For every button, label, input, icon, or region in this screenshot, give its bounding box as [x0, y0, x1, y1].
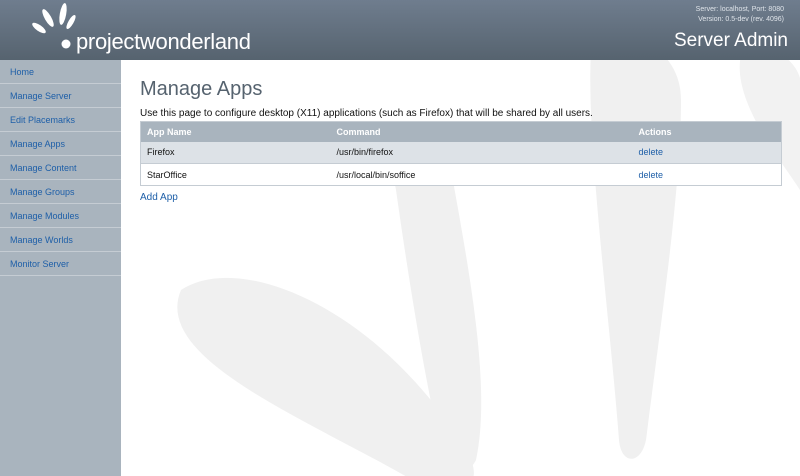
- actions-cell: delete: [632, 141, 782, 164]
- sidebar-item-manage-groups[interactable]: Manage Groups: [0, 180, 121, 204]
- header-title: Server Admin: [673, 30, 788, 51]
- server-info-line: Server: localhost, Port: 8080: [695, 6, 784, 13]
- sidebar-item-manage-worlds[interactable]: Manage Worlds: [0, 228, 121, 252]
- wonderland-logo-icon: [32, 3, 76, 49]
- column-header-app-name: App Name: [140, 121, 331, 142]
- table-header-row: App Name Command Actions: [140, 121, 782, 142]
- sidebar-item-manage-modules[interactable]: Manage Modules: [0, 204, 121, 228]
- sidebar-item-manage-content[interactable]: Manage Content: [0, 156, 121, 180]
- sidebar-item-monitor-server[interactable]: Monitor Server: [0, 252, 121, 276]
- add-app-link[interactable]: Add App: [140, 192, 178, 203]
- page-description: Use this page to configure desktop (X11)…: [140, 108, 593, 119]
- command-cell: /usr/local/bin/soffice: [330, 163, 633, 186]
- column-header-command: Command: [330, 121, 633, 142]
- column-header-actions: Actions: [632, 121, 782, 142]
- page-title: Manage Apps: [140, 78, 263, 100]
- server-info: Server: localhost, Port: 8080 Version: 0…: [696, 5, 784, 25]
- header-bar: projectwonderland Server: localhost, Por…: [0, 0, 800, 60]
- actions-cell: delete: [632, 163, 782, 186]
- sidebar-item-manage-apps[interactable]: Manage Apps: [0, 132, 121, 156]
- main-content: Manage Apps Use this page to configure d…: [121, 60, 800, 476]
- table-row: StarOffice /usr/local/bin/soffice delete: [140, 163, 782, 186]
- sidebar-item-edit-placemarks[interactable]: Edit Placemarks: [0, 108, 121, 132]
- sidebar-item-manage-server[interactable]: Manage Server: [0, 84, 121, 108]
- version-info-line: Version: 0.5-dev (rev. 4096): [698, 16, 784, 23]
- delete-link[interactable]: delete: [639, 147, 664, 157]
- content-area: Manage Apps Use this page to configure d…: [140, 78, 782, 205]
- app-name-cell: StarOffice: [140, 163, 331, 186]
- sidebar-item-home[interactable]: Home: [0, 60, 121, 84]
- command-cell: /usr/bin/firefox: [330, 141, 633, 164]
- app-name-cell: Firefox: [140, 141, 331, 164]
- table-row: Firefox /usr/bin/firefox delete: [140, 141, 782, 164]
- apps-table: App Name Command Actions Firefox /usr/bi…: [140, 121, 782, 186]
- logo-text: projectwonderland: [76, 29, 251, 54]
- delete-link[interactable]: delete: [639, 170, 664, 180]
- sidebar: Home Manage Server Edit Placemarks Manag…: [0, 60, 121, 476]
